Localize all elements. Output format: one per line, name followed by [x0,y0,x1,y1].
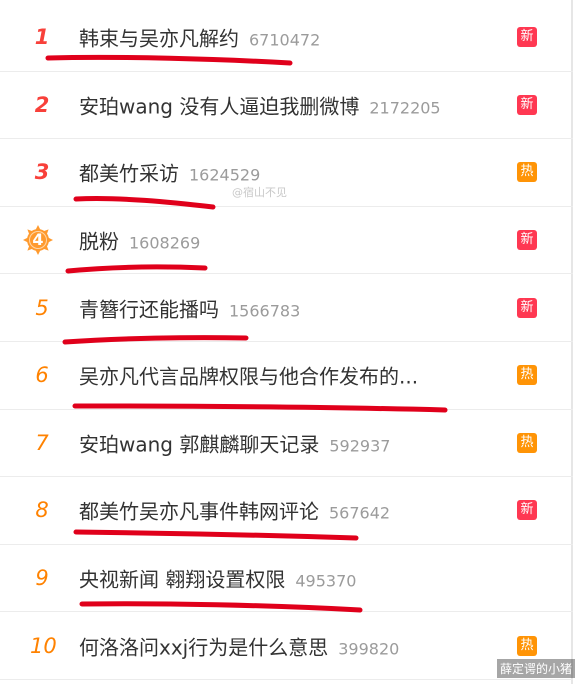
heat-count: 592937 [329,436,391,456]
hot-search-item-9[interactable]: 9 央视新闻 翱翔设置权限 495370 [0,545,573,613]
topic-link[interactable]: 安珀wang 没有人逼迫我删微博 2172205 [79,90,441,119]
rank-medal-icon: 4 [23,225,53,256]
topic-title: 吴亦凡代言品牌权限与他合作发布的... [79,364,419,389]
hot-search-item-2[interactable]: 2 安珀wang 没有人逼迫我删微博 2172205 新 [0,72,573,140]
rank-number: 6 [35,363,49,388]
hot-search-panel: 1 韩束与吴亦凡解约 6710472 新 2 安珀wang 没有人逼迫我删微博 21… [0,0,573,684]
rank-number: 2 [34,92,50,117]
heat-count: 1608269 [129,233,201,253]
topic-link[interactable]: 青簪行还能播吗 1566783 [79,293,300,322]
new-badge: 新 [517,230,537,251]
topic-title: 何洛洛问xxj行为是什么意思 [79,635,329,660]
watermark-mid: @宿山不见 [232,186,287,199]
rank-number: 1 [34,25,50,50]
hot-search-list: 1 韩束与吴亦凡解约 6710472 新 2 安珀wang 没有人逼迫我删微博 21… [0,4,573,680]
new-badge: 新 [517,297,537,318]
topic-link[interactable]: 央视新闻 翱翔设置权限 495370 [79,564,356,593]
hot-search-item-1[interactable]: 1 韩束与吴亦凡解约 6710472 新 [0,4,573,72]
hot-search-item-5[interactable]: 5 青簪行还能播吗 1566783 新 [0,274,573,342]
topic-title: 安珀wang 没有人逼迫我删微博 [79,94,360,119]
hot-search-item-10[interactable]: 10 何洛洛问xxj行为是什么意思 399820 热 [0,612,573,680]
topic-title: 都美竹采访 [79,161,179,186]
rank-number: 5 [35,295,49,320]
hot-search-item-8[interactable]: 8 都美竹吴亦凡事件韩网评论 567642 新 [0,477,573,545]
heat-count: 495370 [295,571,357,591]
heat-count: 567642 [329,503,391,523]
topic-title: 韩束与吴亦凡解约 [79,26,239,51]
topic-title: 青簪行还能播吗 [79,297,219,322]
topic-link[interactable]: 都美竹吴亦凡事件韩网评论 567642 [79,496,390,525]
new-badge: 新 [517,500,537,521]
rank-number: 7 [35,430,49,455]
new-badge: 新 [517,27,537,48]
rank-number: 4 [32,230,44,250]
heat-count: 1566783 [229,301,301,321]
rank-number: 10 [30,633,57,658]
heat-count: 2172205 [369,98,441,118]
watermark-corner: 薛定谔的小猪 [496,659,575,678]
rank-number: 9 [35,566,49,591]
heat-count: 1624529 [189,165,261,185]
heat-count: 6710472 [249,30,321,50]
hot-badge: 热 [517,635,537,656]
rank-number: 3 [34,160,50,185]
hot-badge: 热 [517,432,537,453]
hot-search-item-6[interactable]: 6 吴亦凡代言品牌权限与他合作发布的... 热 [0,342,573,410]
topic-title: 都美竹吴亦凡事件韩网评论 [79,499,319,524]
topic-title: 安珀wang 郭麒麟聊天记录 [79,432,320,457]
topic-link[interactable]: 脱粉 1608269 [79,226,200,255]
topic-link[interactable]: 韩束与吴亦凡解约 6710472 [79,23,320,52]
hot-search-item-4[interactable]: 4 脱粉 1608269 新 [0,207,573,275]
heat-count: 399820 [338,639,400,659]
topic-link[interactable]: 安珀wang 郭麒麟聊天记录 592937 [79,428,390,457]
topic-title: 央视新闻 翱翔设置权限 [79,567,286,592]
topic-link[interactable]: 都美竹采访 1624529 [79,158,260,187]
hot-badge: 热 [517,162,537,183]
hot-badge: 热 [517,365,537,386]
new-badge: 新 [517,94,537,115]
topic-link[interactable]: 何洛洛问xxj行为是什么意思 399820 [79,631,399,660]
topic-title: 脱粉 [79,229,119,254]
topic-link[interactable]: 吴亦凡代言品牌权限与他合作发布的... [79,361,418,390]
rank-number: 8 [35,498,49,523]
hot-search-item-7[interactable]: 7 安珀wang 郭麒麟聊天记录 592937 热 [0,410,573,478]
